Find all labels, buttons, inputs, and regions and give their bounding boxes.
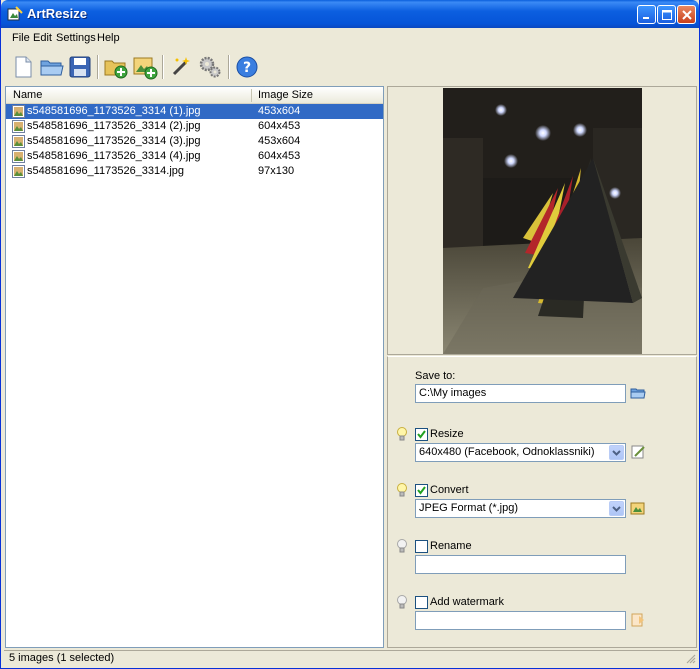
help-button[interactable]: ? — [234, 54, 260, 80]
dropdown-arrow[interactable] — [609, 501, 624, 516]
file-name: s548581696_1173526_3314 (4).jpg — [27, 150, 201, 162]
resize-bulb-icon — [397, 427, 407, 441]
convert-checkbox[interactable] — [415, 484, 428, 497]
format-settings-icon[interactable] — [630, 500, 646, 516]
app-window: ArtResize File Edit Settings Help ? Name… — [0, 0, 700, 669]
window-title: ArtResize — [27, 6, 87, 21]
convert-dropdown[interactable]: JPEG Format (*.jpg) — [415, 499, 626, 518]
rename-bulb-icon — [397, 539, 407, 553]
checkmark-icon — [417, 486, 426, 495]
image-file-icon — [12, 135, 25, 148]
file-size: 604x453 — [258, 120, 301, 132]
rename-checkbox[interactable] — [415, 540, 428, 553]
save-to-label: Save to: — [415, 370, 456, 382]
convert-value: JPEG Format (*.jpg) — [419, 502, 519, 514]
list-header: Name Image Size — [6, 87, 383, 104]
file-row[interactable]: s548581696_1173526_3314 (3).jpg 453x604 — [6, 134, 383, 149]
image-preview — [387, 86, 697, 355]
edit-preset-icon[interactable] — [630, 444, 646, 460]
status-bar: 5 images (1 selected) — [4, 650, 698, 666]
file-row[interactable]: s548581696_1173526_3314 (2).jpg 604x453 — [6, 119, 383, 134]
close-button[interactable] — [677, 5, 696, 24]
column-divider[interactable] — [251, 89, 252, 102]
resize-dropdown[interactable]: 640x480 (Facebook, Odnoklassniki) — [415, 443, 626, 462]
file-row[interactable]: s548581696_1173526_3314 (4).jpg 604x453 — [6, 149, 383, 164]
preview-photo — [443, 88, 642, 354]
file-size: 97x130 — [258, 165, 295, 177]
save-to-field[interactable]: C:\My images — [415, 384, 626, 403]
close-icon — [682, 10, 692, 20]
toolbar-separator — [162, 55, 164, 79]
convert-label[interactable]: Convert — [430, 484, 469, 496]
image-file-icon — [12, 150, 25, 163]
rename-field[interactable] — [415, 555, 626, 574]
toolbar-separator — [97, 55, 99, 79]
menu-help[interactable]: Help — [97, 32, 120, 44]
maximize-icon — [662, 10, 672, 20]
new-icon — [15, 56, 32, 78]
new-button[interactable] — [10, 54, 36, 80]
chevron-down-icon — [612, 450, 621, 456]
status-text: 5 images (1 selected) — [9, 652, 115, 664]
add-image-icon — [133, 57, 158, 80]
file-row[interactable]: s548581696_1173526_3314.jpg 97x130 — [6, 164, 383, 179]
open-button[interactable] — [39, 54, 65, 80]
watermark-checkbox[interactable] — [415, 596, 428, 609]
column-header-size[interactable]: Image Size — [258, 89, 313, 101]
maximize-button[interactable] — [657, 5, 676, 24]
rename-label[interactable]: Rename — [430, 540, 472, 552]
resize-label[interactable]: Resize — [430, 428, 464, 440]
watermark-label[interactable]: Add watermark — [430, 596, 504, 608]
checkmark-icon — [417, 430, 426, 439]
magic-wand-icon — [172, 57, 190, 76]
convert-bulb-icon — [397, 483, 407, 497]
minimize-icon — [643, 17, 649, 19]
watermark-settings-icon[interactable] — [630, 612, 646, 628]
file-list[interactable]: Name Image Size s548581696_1173526_3314 … — [5, 86, 384, 648]
save-button[interactable] — [67, 54, 93, 80]
menu-bar: File Edit Settings Help — [4, 29, 698, 48]
file-size: 453x604 — [258, 135, 301, 147]
menu-file[interactable]: File — [12, 32, 30, 44]
file-name: s548581696_1173526_3314 (3).jpg — [27, 135, 201, 147]
add-folder-button[interactable] — [103, 54, 129, 80]
resize-checkbox[interactable] — [415, 428, 428, 441]
file-name: s548581696_1173526_3314 (2).jpg — [27, 120, 201, 132]
minimize-button[interactable] — [637, 5, 656, 24]
file-name: s548581696_1173526_3314 (1).jpg — [27, 105, 201, 117]
settings-button[interactable] — [197, 54, 223, 80]
menu-edit[interactable]: Edit — [33, 32, 52, 44]
watermark-field[interactable] — [415, 611, 626, 630]
file-name: s548581696_1173526_3314.jpg — [27, 165, 185, 177]
file-size: 604x453 — [258, 150, 301, 162]
file-row[interactable]: s548581696_1173526_3314 (1).jpg 453x604 — [6, 104, 383, 119]
toolbar-separator — [228, 55, 230, 79]
toolbar: ? — [4, 49, 698, 85]
dropdown-arrow[interactable] — [609, 445, 624, 460]
open-folder-icon — [40, 60, 64, 76]
image-file-icon — [12, 105, 25, 118]
menu-settings[interactable]: Settings — [56, 32, 96, 44]
image-file-icon — [12, 120, 25, 133]
title-bar[interactable]: ArtResize — [1, 0, 699, 28]
magic-wand-button[interactable] — [168, 54, 194, 80]
resize-grip-icon[interactable] — [686, 654, 696, 664]
options-panel: Save to: C:\My images Resize 640x480 (Fa… — [387, 356, 697, 648]
column-header-name[interactable]: Name — [13, 89, 42, 101]
image-file-icon — [12, 165, 25, 178]
watermark-bulb-icon — [397, 595, 407, 609]
resize-value: 640x480 (Facebook, Odnoklassniki) — [419, 446, 595, 458]
help-icon: ? — [236, 56, 258, 78]
save-icon — [69, 56, 91, 78]
app-icon — [7, 6, 23, 21]
add-image-button[interactable] — [132, 54, 158, 80]
settings-gears-icon — [199, 56, 221, 78]
file-size: 453x604 — [258, 105, 301, 117]
browse-folder-icon[interactable] — [630, 385, 646, 401]
svg-text:?: ? — [243, 60, 251, 76]
add-folder-icon — [104, 60, 128, 79]
chevron-down-icon — [612, 506, 621, 512]
